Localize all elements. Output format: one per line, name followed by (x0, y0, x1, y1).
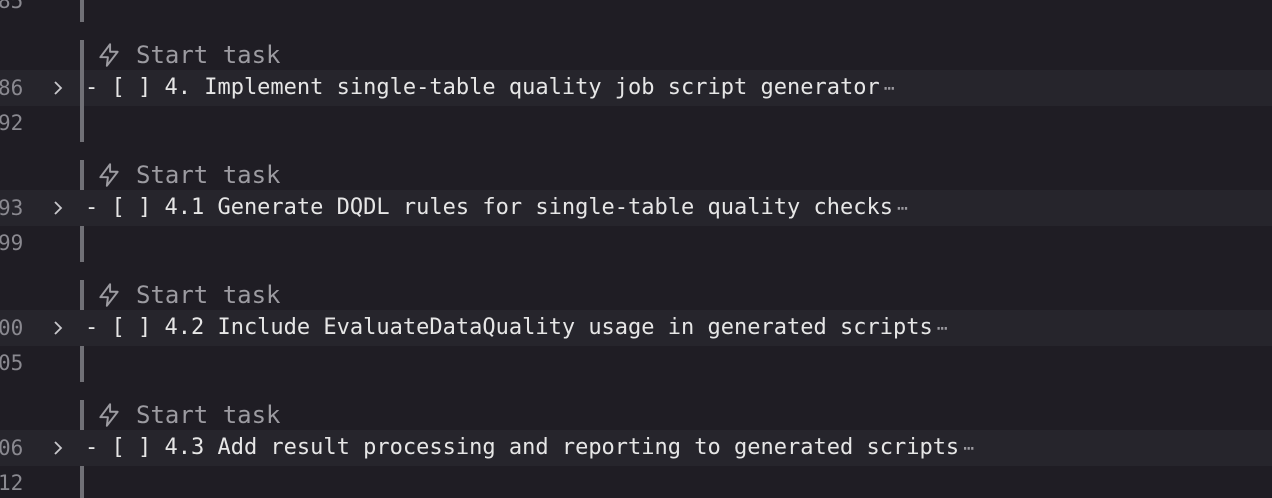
task-text: - [ ] 4.2 Include EvaluateDataQuality us… (85, 310, 948, 347)
task-line: 06 - [ ] 4.3 Add result processing and r… (0, 430, 1272, 466)
line-number: 93 (0, 196, 24, 220)
lightning-icon (99, 163, 119, 187)
task-text: - [ ] 4.3 Add result processing and repo… (85, 430, 974, 467)
task-title: - [ ] 4. Implement single-table quality … (85, 75, 880, 100)
task-text: - [ ] 4. Implement single-table quality … (85, 70, 895, 107)
start-task-codelens[interactable]: Start task (96, 40, 281, 70)
start-task-label: Start task (136, 41, 281, 69)
chevron-right-icon[interactable] (50, 320, 66, 336)
line-number: 12 (0, 471, 24, 495)
start-task-codelens[interactable]: Start task (96, 400, 281, 430)
line-number: 86 (0, 76, 24, 100)
line-number: 92 (0, 111, 24, 135)
chevron-right-icon[interactable] (50, 440, 66, 456)
task-title: - [ ] 4.2 Include EvaluateDataQuality us… (85, 315, 933, 340)
line-number: 06 (0, 436, 24, 460)
task-title: - [ ] 4.3 Add result processing and repo… (85, 435, 960, 460)
task-title: - [ ] 4.1 Generate DQDL rules for single… (85, 195, 893, 220)
task-line: 00 - [ ] 4.2 Include EvaluateDataQuality… (0, 310, 1272, 346)
fold-ellipsis-icon[interactable]: ⋯ (937, 318, 948, 339)
line-number: 85 (0, 0, 24, 13)
indent-guide (80, 0, 84, 22)
start-task-label: Start task (136, 281, 281, 309)
chevron-right-icon[interactable] (50, 200, 66, 216)
chevron-right-icon[interactable] (50, 80, 66, 96)
task-text: - [ ] 4.1 Generate DQDL rules for single… (85, 190, 908, 227)
line-number: 99 (0, 231, 24, 255)
start-task-label: Start task (136, 401, 281, 429)
lightning-icon (99, 43, 119, 67)
indent-guide (80, 70, 84, 106)
start-task-label: Start task (136, 161, 281, 189)
lightning-icon (99, 283, 119, 307)
task-line: 86 - [ ] 4. Implement single-table quali… (0, 70, 1272, 106)
start-task-codelens[interactable]: Start task (96, 280, 281, 310)
start-task-codelens[interactable]: Start task (96, 160, 281, 190)
lightning-icon (99, 403, 119, 427)
fold-ellipsis-icon[interactable]: ⋯ (963, 438, 974, 459)
line-number: 05 (0, 351, 24, 375)
task-line: 93 - [ ] 4.1 Generate DQDL rules for sin… (0, 190, 1272, 226)
fold-ellipsis-icon[interactable]: ⋯ (884, 78, 895, 99)
fold-ellipsis-icon[interactable]: ⋯ (897, 198, 908, 219)
line-number: 00 (0, 316, 24, 340)
